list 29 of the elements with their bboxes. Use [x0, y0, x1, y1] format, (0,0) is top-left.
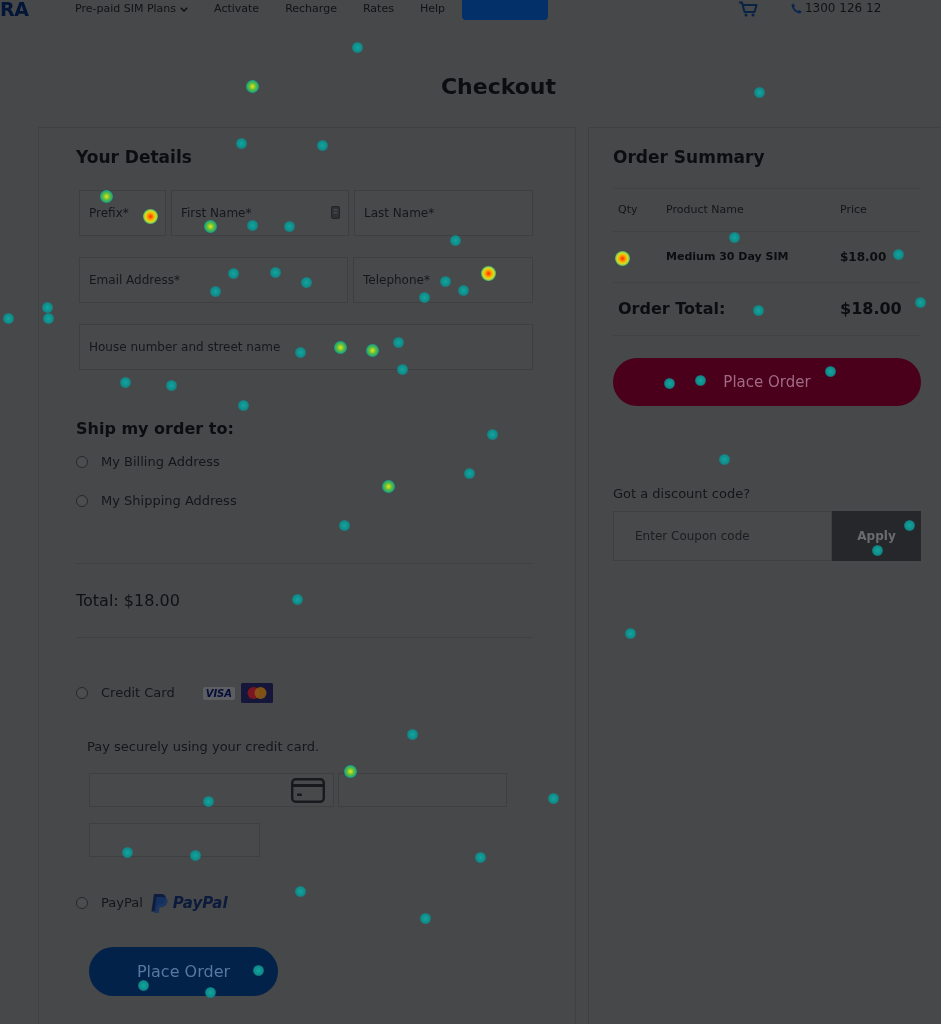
paypal-logo: PayPal [172, 892, 228, 914]
phone-icon [790, 3, 802, 14]
credit-card-icon [291, 777, 325, 803]
radio-button[interactable] [76, 495, 88, 507]
input-field[interactable] [89, 773, 334, 807]
page-title: Checkout [440, 73, 557, 101]
radio-button[interactable] [76, 687, 88, 699]
nav-button[interactable] [461, 0, 548, 20]
input-field[interactable] [338, 773, 507, 807]
product-name: Medium 30 Day SIM [666, 248, 789, 265]
input-field[interactable] [89, 823, 260, 857]
order-total-label: Order Total: [618, 298, 726, 320]
section-heading: Order Summary [613, 146, 765, 169]
contact-card-icon[interactable] [331, 206, 340, 219]
radio-button[interactable] [76, 456, 88, 468]
visa-logo: VISA [202, 686, 236, 700]
place-order-button[interactable]: Place Order [613, 358, 921, 406]
paypal-logo-icon [150, 893, 168, 913]
product-price: $18.00 [840, 249, 887, 266]
section-heading: Your Details [76, 146, 192, 169]
apply-button[interactable]: Apply [832, 511, 921, 561]
place-order-button[interactable]: Place Order [89, 947, 278, 996]
order-total-value: $18.00 [840, 298, 902, 320]
logo[interactable]: RA [0, 0, 40, 19]
shopping-cart-icon[interactable] [737, 1, 758, 17]
radio-button[interactable] [76, 897, 88, 909]
order-total-text: Total: $18.00 [76, 590, 180, 612]
section-heading: Ship my order to: [76, 418, 234, 440]
mastercard-logo [241, 683, 274, 703]
